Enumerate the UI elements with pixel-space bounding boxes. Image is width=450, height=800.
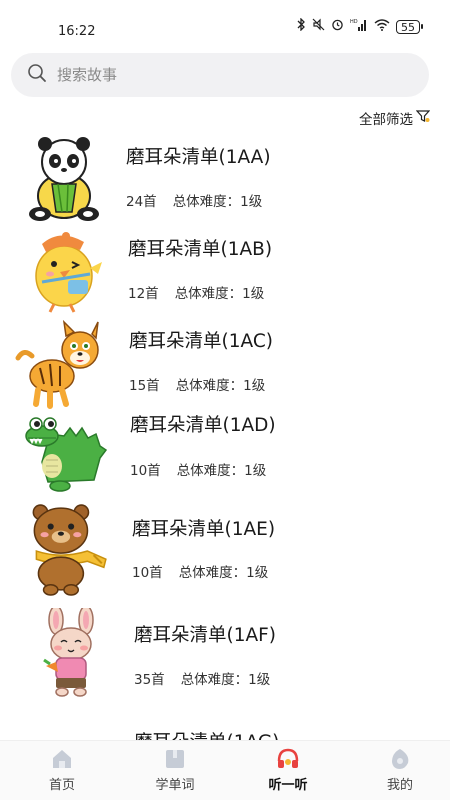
story-count: 24首 (126, 194, 157, 210)
story-difficulty: 总体难度：1级 (180, 672, 271, 688)
list-item[interactable]: 磨耳朵清单(1AD) 10首 总体难度：1级 (0, 404, 450, 504)
story-difficulty: 总体难度：1级 (174, 286, 265, 302)
tab-listen[interactable]: 听一听 (243, 741, 333, 800)
tab-profile[interactable]: 我的 (355, 741, 445, 800)
tab-bar: 首页 学单词 听一听 我的 (0, 740, 450, 800)
story-title: 磨耳朵清单(1AF) (134, 625, 277, 646)
story-count: 15首 (129, 378, 160, 394)
status-time: 16:22 (58, 24, 96, 39)
tab-label: 首页 (48, 778, 75, 793)
list-item[interactable]: 磨耳朵清单(1AC) 15首 总体难度：1级 (0, 312, 450, 412)
story-meta: 12首 总体难度：1级 (128, 282, 264, 302)
story-difficulty: 总体难度：1级 (172, 194, 263, 210)
story-count: 12首 (128, 286, 159, 302)
tab-label: 听一听 (268, 778, 308, 793)
story-count: 10首 (132, 565, 163, 581)
story-list[interactable]: 磨耳朵清单(1AA) 24首 总体难度：1级 磨耳朵清单(1AB) 12首 总体难度… (0, 128, 450, 742)
chick-illustration (35, 232, 102, 313)
story-difficulty: 总体难度：1级 (178, 565, 269, 581)
status-icons: HD 55 (296, 17, 423, 35)
search-bar[interactable] (11, 53, 429, 97)
tab-label: 学单词 (155, 778, 195, 793)
crocodile-illustration (25, 417, 108, 492)
headphones-icon (276, 747, 300, 771)
story-difficulty: 总体难度：1级 (175, 378, 266, 394)
rabbit-illustration (43, 608, 94, 697)
bear-illustration (32, 504, 107, 596)
battery-icon: 55 (396, 19, 423, 34)
story-title: 磨耳朵清单(1AD) (130, 415, 276, 436)
story-title: 磨耳朵清单(1AE) (132, 519, 276, 540)
alarm-icon (331, 18, 344, 35)
panda-illustration (29, 137, 99, 221)
story-meta: 15首 总体难度：1级 (129, 374, 265, 394)
story-title: 磨耳朵清单(1AB) (128, 239, 273, 260)
hd-label: HD (350, 19, 358, 25)
story-title: 磨耳朵清单(1AA) (126, 147, 271, 168)
list-item[interactable]: 磨耳朵清单(1AB) 12首 总体难度：1级 (0, 220, 450, 320)
book-icon (163, 747, 187, 771)
status-bar: 16:22 HD 55 (0, 0, 450, 44)
signal-icon: HD (350, 18, 368, 35)
story-difficulty: 总体难度：1级 (176, 463, 267, 479)
filter-label: 全部筛选 (359, 112, 413, 128)
tiger-illustration (15, 319, 99, 409)
list-item[interactable]: 磨耳朵清单(1AA) 24首 总体难度：1级 (0, 128, 450, 228)
profile-icon (388, 747, 412, 771)
list-item[interactable]: 磨耳朵清单(1AE) 10首 总体难度：1级 (0, 498, 450, 598)
tab-label: 我的 (386, 778, 413, 793)
filter-button[interactable]: 全部筛选 (359, 108, 431, 128)
list-item[interactable]: 磨耳朵清单(1AF) 35首 总体难度：1级 (0, 606, 450, 706)
bluetooth-icon (296, 17, 306, 35)
tab-words[interactable]: 学单词 (130, 741, 220, 800)
story-title: 磨耳朵清单(1AC) (129, 331, 273, 352)
story-meta: 10首 总体难度：1级 (130, 459, 266, 479)
story-count: 35首 (134, 672, 165, 688)
story-count: 10首 (130, 463, 161, 479)
home-icon (50, 747, 74, 771)
story-meta: 10首 总体难度：1级 (132, 561, 268, 581)
mute-icon (312, 18, 325, 35)
tab-home[interactable]: 首页 (17, 741, 107, 800)
wifi-icon (374, 18, 390, 35)
story-meta: 35首 总体难度：1级 (134, 668, 270, 688)
search-input[interactable] (57, 66, 387, 84)
story-meta: 24首 总体难度：1级 (126, 190, 262, 210)
filter-icon (415, 109, 431, 127)
search-icon (27, 63, 47, 87)
